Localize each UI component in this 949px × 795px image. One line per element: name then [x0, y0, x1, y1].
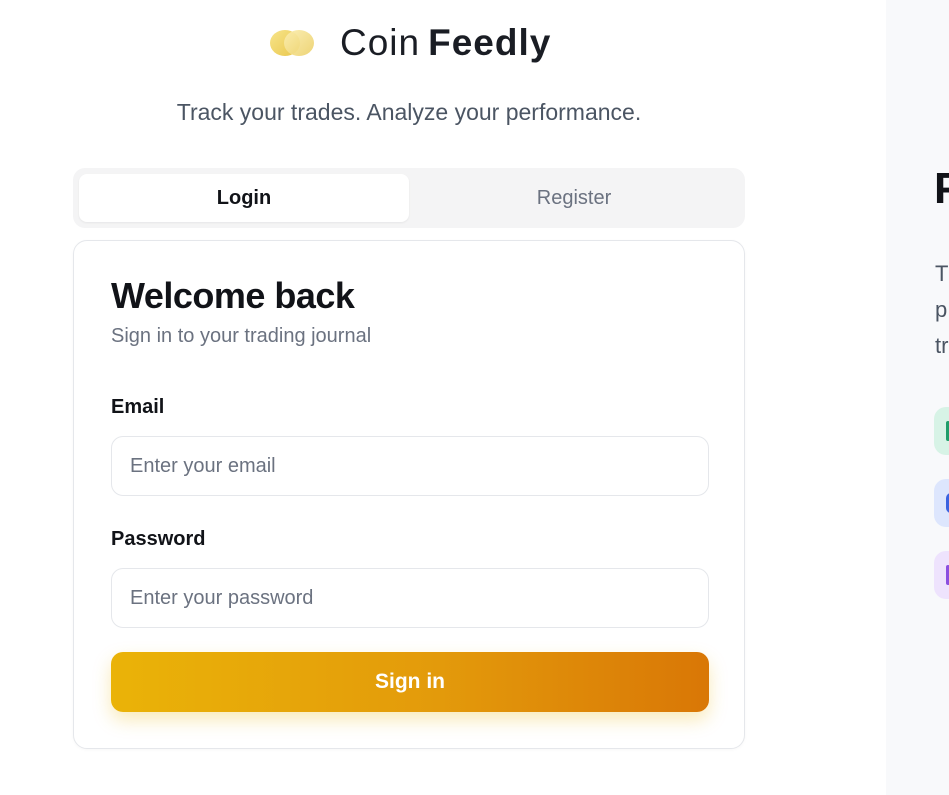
feature-icon-purple — [934, 551, 949, 599]
tab-register[interactable]: Register — [409, 174, 739, 222]
login-page: Coin Feedly Track your trades. Analyze yo… — [0, 0, 949, 795]
auth-tabs: Login Register — [73, 168, 745, 228]
side-panel-title: P — [934, 164, 949, 213]
side-panel: P T p tr — [886, 0, 949, 795]
card-title: Welcome back — [111, 275, 355, 316]
tagline: Track your trades. Analyze your performa… — [176, 99, 642, 125]
side-panel-description: T p tr — [935, 261, 949, 358]
brand-name: Coin Feedly — [340, 22, 551, 64]
login-card: Welcome back Sign in to your trading jou… — [73, 240, 745, 749]
brand-name-bold: Feedly — [428, 22, 552, 63]
sign-in-button[interactable]: Sign in — [111, 652, 709, 712]
gold-coins-logo-icon — [268, 28, 314, 58]
tab-login[interactable]: Login — [79, 174, 409, 222]
password-field[interactable] — [111, 568, 709, 628]
email-field[interactable] — [111, 436, 709, 496]
card-subtitle: Sign in to your trading journal — [111, 325, 372, 347]
password-label: Password — [111, 528, 206, 550]
feature-icon-green — [934, 407, 949, 455]
brand-name-light: Coin — [340, 22, 421, 63]
brand-logo: Coin Feedly — [268, 20, 551, 66]
email-label: Email — [111, 396, 165, 418]
feature-icon-blue — [934, 479, 949, 527]
